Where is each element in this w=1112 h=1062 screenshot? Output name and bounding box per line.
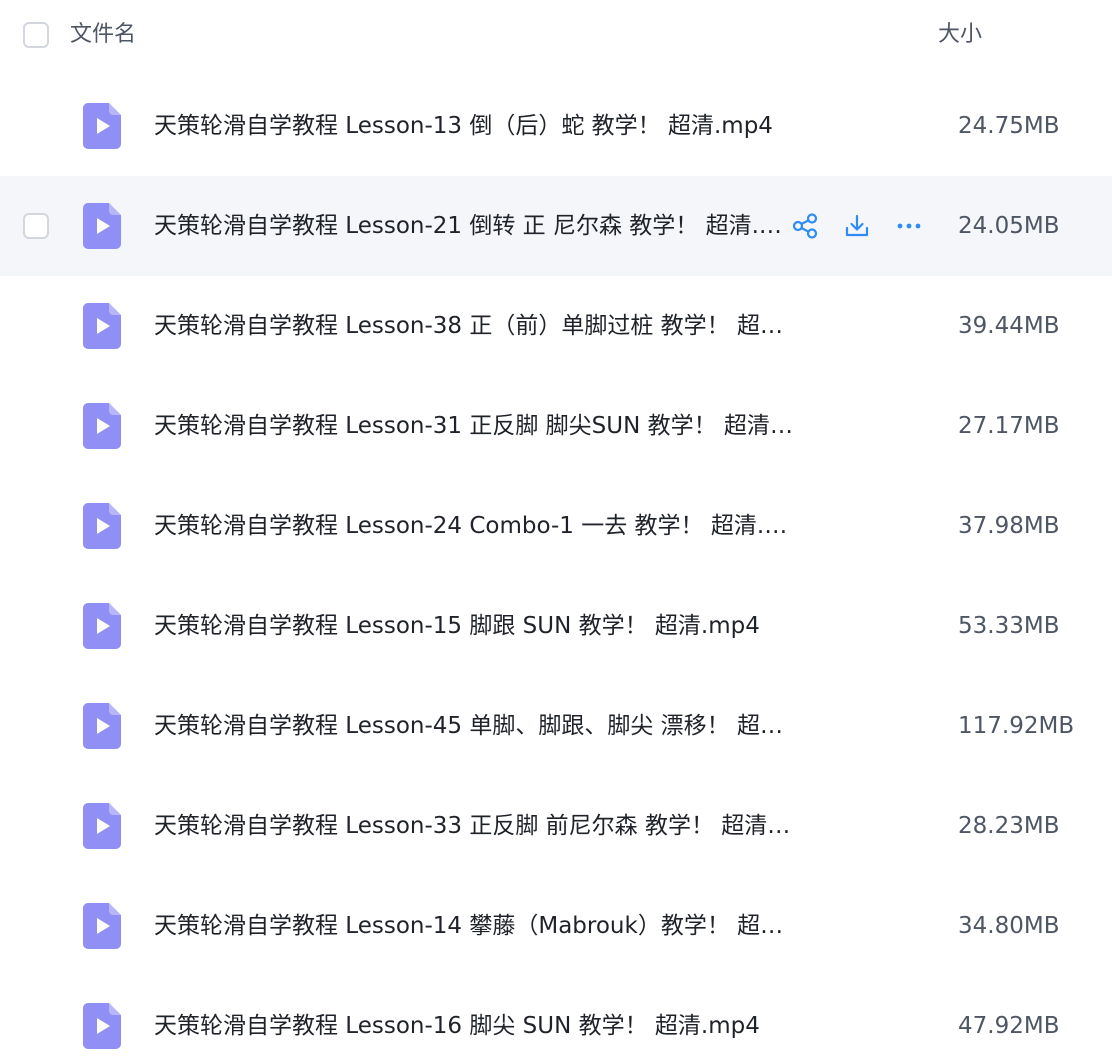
name-column-header[interactable]: 文件名: [70, 20, 136, 50]
video-file-icon: [83, 403, 121, 449]
file-size: 37.98MB: [958, 513, 1060, 539]
file-list: 天策轮滑自学教程 Lesson-13 倒（后）蛇 教学！ 超清.mp4 24.7…: [0, 76, 1112, 1062]
file-row[interactable]: 天策轮滑自学教程 Lesson-21 倒转 正 尼尔森 教学！ 超清.mp4 2…: [0, 176, 1112, 276]
file-size: 28.23MB: [958, 813, 1060, 839]
video-file-icon: [83, 603, 121, 649]
file-name[interactable]: 天策轮滑自学教程 Lesson-21 倒转 正 尼尔森 教学！ 超清.mp4: [154, 209, 792, 243]
file-row[interactable]: 天策轮滑自学教程 Lesson-13 倒（后）蛇 教学！ 超清.mp4 24.7…: [0, 76, 1112, 176]
file-row[interactable]: 天策轮滑自学教程 Lesson-38 正（前）单脚过桩 教学！ 超清.mp4 3…: [0, 276, 1112, 376]
video-file-icon: [83, 803, 121, 849]
file-size: 24.75MB: [958, 113, 1060, 139]
select-all-checkbox[interactable]: [23, 22, 49, 48]
list-header: 文件名 大小: [0, 0, 1112, 70]
file-row[interactable]: 天策轮滑自学教程 Lesson-16 脚尖 SUN 教学！ 超清.mp4 47.…: [0, 976, 1112, 1062]
file-size: 53.33MB: [958, 613, 1060, 639]
file-name[interactable]: 天策轮滑自学教程 Lesson-33 正反脚 前尼尔森 教学！ 超清.mp4: [154, 809, 794, 843]
file-size: 117.92MB: [958, 713, 1075, 739]
file-row[interactable]: 天策轮滑自学教程 Lesson-24 Combo-1 一去 教学！ 超清.mp4…: [0, 476, 1112, 576]
file-row[interactable]: 天策轮滑自学教程 Lesson-15 脚跟 SUN 教学！ 超清.mp4 53.…: [0, 576, 1112, 676]
file-size: 27.17MB: [958, 413, 1060, 439]
size-column-header[interactable]: 大小: [938, 20, 982, 50]
more-icon[interactable]: [894, 211, 924, 241]
video-file-icon: [83, 503, 121, 549]
download-icon[interactable]: [842, 211, 872, 241]
file-name[interactable]: 天策轮滑自学教程 Lesson-15 脚跟 SUN 教学！ 超清.mp4: [154, 609, 760, 643]
file-row[interactable]: 天策轮滑自学教程 Lesson-33 正反脚 前尼尔森 教学！ 超清.mp4 2…: [0, 776, 1112, 876]
file-row[interactable]: 天策轮滑自学教程 Lesson-31 正反脚 脚尖SUN 教学！ 超清.mp4 …: [0, 376, 1112, 476]
file-name[interactable]: 天策轮滑自学教程 Lesson-13 倒（后）蛇 教学！ 超清.mp4: [154, 109, 773, 143]
file-list-page: 文件名 大小 天策轮滑自学教程 Lesson-13 倒（后）蛇 教学！ 超清.m…: [0, 0, 1112, 1062]
file-name[interactable]: 天策轮滑自学教程 Lesson-16 脚尖 SUN 教学！ 超清.mp4: [154, 1009, 760, 1043]
share-icon[interactable]: [790, 211, 820, 241]
video-file-icon: [83, 103, 121, 149]
file-name[interactable]: 天策轮滑自学教程 Lesson-45 单脚、脚跟、脚尖 漂移！ 超清.mp4: [154, 709, 794, 743]
video-file-icon: [83, 303, 121, 349]
video-file-icon: [83, 203, 121, 249]
video-file-icon: [83, 1003, 121, 1049]
file-name[interactable]: 天策轮滑自学教程 Lesson-31 正反脚 脚尖SUN 教学！ 超清.mp4: [154, 409, 794, 443]
file-size: 39.44MB: [958, 313, 1060, 339]
file-name[interactable]: 天策轮滑自学教程 Lesson-14 攀藤（Mabrouk）教学！ 超清.mp4: [154, 909, 794, 943]
row-actions: [790, 210, 924, 242]
file-size: 47.92MB: [958, 1013, 1060, 1039]
file-name[interactable]: 天策轮滑自学教程 Lesson-38 正（前）单脚过桩 教学！ 超清.mp4: [154, 309, 794, 343]
video-file-icon: [83, 903, 121, 949]
video-file-icon: [83, 703, 121, 749]
file-row[interactable]: 天策轮滑自学教程 Lesson-14 攀藤（Mabrouk）教学！ 超清.mp4…: [0, 876, 1112, 976]
file-row[interactable]: 天策轮滑自学教程 Lesson-45 单脚、脚跟、脚尖 漂移！ 超清.mp4 1…: [0, 676, 1112, 776]
file-name[interactable]: 天策轮滑自学教程 Lesson-24 Combo-1 一去 教学！ 超清.mp4: [154, 509, 794, 543]
row-checkbox[interactable]: [23, 213, 49, 239]
file-size: 24.05MB: [958, 213, 1060, 239]
file-size: 34.80MB: [958, 913, 1060, 939]
